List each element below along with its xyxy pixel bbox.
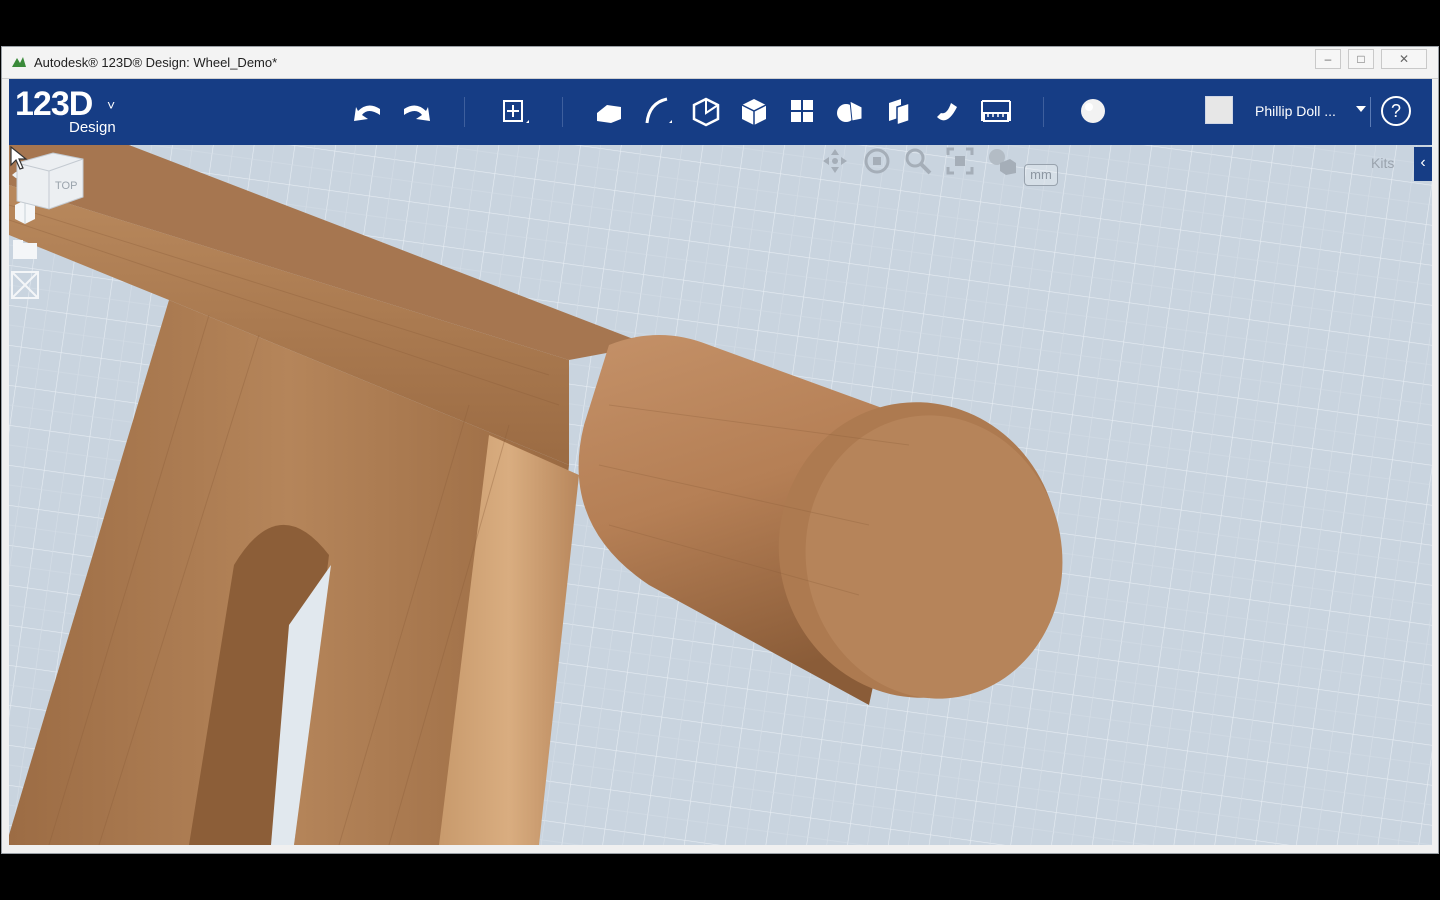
undo-icon[interactable]	[350, 93, 386, 129]
orbit-icon[interactable]	[861, 145, 893, 177]
hide-all-icon[interactable]	[9, 269, 41, 301]
main-toolbar: 123D ˅ Design Phillip Doll ... ?	[9, 79, 1432, 145]
scene-canvas	[9, 145, 1432, 845]
toolbar-separator	[562, 97, 563, 127]
grouping-icon[interactable]	[832, 93, 868, 129]
maximize-button[interactable]: □	[1348, 49, 1374, 69]
toolbar-separator	[464, 97, 465, 127]
material-icon[interactable]	[1075, 93, 1111, 129]
user-menu-chevron-icon[interactable]	[1356, 106, 1366, 112]
sketch-icon[interactable]	[639, 93, 675, 129]
pan-icon[interactable]	[819, 145, 851, 177]
snap-icon[interactable]	[929, 93, 965, 129]
toolbar-separator	[1370, 97, 1371, 127]
mouse-cursor-icon	[10, 145, 28, 170]
avatar[interactable]	[1205, 96, 1233, 124]
logo-sub-text: Design	[69, 119, 116, 136]
sketches-icon[interactable]	[9, 233, 41, 265]
app-logo-icon	[12, 57, 26, 67]
app-menu-button[interactable]: 123D ˅ Design	[15, 85, 135, 139]
user-name[interactable]: Phillip Doll ...	[1255, 103, 1336, 119]
3d-viewport[interactable]: Kits ‹ mm TOP	[9, 145, 1432, 845]
primitives-icon[interactable]	[591, 93, 627, 129]
app-window: Autodesk® 123D® Design: Wheel_Demo* – □ …	[1, 46, 1439, 854]
kits-label: Kits	[1371, 155, 1395, 171]
units-button[interactable]: mm	[1024, 164, 1058, 186]
minimize-button[interactable]: –	[1315, 49, 1341, 69]
chevron-down-icon: ˅	[107, 97, 116, 113]
zoom-icon[interactable]	[902, 145, 934, 177]
view-mode-icon[interactable]	[986, 145, 1018, 177]
close-button[interactable]: ✕	[1381, 49, 1427, 69]
pattern-icon[interactable]	[784, 93, 820, 129]
window-title: Autodesk® 123D® Design: Wheel_Demo*	[34, 55, 278, 70]
title-bar: Autodesk® 123D® Design: Wheel_Demo* – □ …	[2, 47, 1438, 79]
fit-icon[interactable]	[944, 145, 976, 177]
view-cube-label: TOP	[55, 180, 77, 192]
help-button[interactable]: ?	[1381, 96, 1411, 126]
toolbar-separator	[1043, 97, 1044, 127]
combine-icon[interactable]	[881, 93, 917, 129]
modify-icon[interactable]	[736, 93, 772, 129]
transform-icon[interactable]	[496, 93, 532, 129]
measure-icon[interactable]	[978, 93, 1014, 129]
kits-panel-toggle[interactable]: ‹	[1414, 147, 1432, 181]
construct-icon[interactable]	[688, 93, 724, 129]
redo-icon[interactable]	[398, 93, 434, 129]
